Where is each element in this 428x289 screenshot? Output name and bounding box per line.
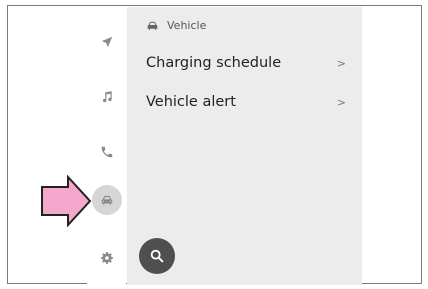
navigation-arrow-icon xyxy=(101,36,112,48)
rail-item-navigation[interactable] xyxy=(87,27,126,57)
gear-icon xyxy=(100,252,113,264)
side-rail xyxy=(87,7,126,285)
menu-item-vehicle-alert[interactable]: Vehicle alert > xyxy=(146,90,352,114)
car-icon xyxy=(147,21,158,30)
section-header: Vehicle xyxy=(146,16,206,34)
rail-item-phone[interactable] xyxy=(87,137,126,167)
rail-item-media[interactable] xyxy=(87,82,126,112)
callout-arrow xyxy=(41,175,92,227)
rail-item-vehicle-highlight xyxy=(91,185,122,215)
rail-item-settings[interactable] xyxy=(87,243,126,273)
menu-item-label: Charging schedule xyxy=(146,55,282,71)
section-title: Vehicle xyxy=(167,18,207,32)
search-button[interactable] xyxy=(139,238,175,274)
chevron-right-icon: > xyxy=(336,56,346,70)
phone-icon xyxy=(101,146,112,158)
car-icon xyxy=(101,195,112,205)
menu-item-label: Vehicle alert xyxy=(146,94,236,110)
rail-item-vehicle[interactable] xyxy=(87,185,126,215)
menu-item-charging-schedule[interactable]: Charging schedule > xyxy=(146,51,352,75)
search-icon xyxy=(150,249,164,263)
music-note-icon xyxy=(102,91,112,103)
chevron-right-icon: > xyxy=(336,95,346,109)
